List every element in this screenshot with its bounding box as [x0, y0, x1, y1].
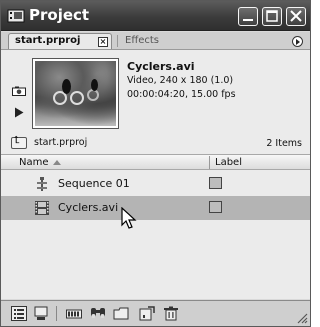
clip-thumbnail	[32, 58, 119, 129]
clip-duration: 00:00:04:20, 15.00 fps	[127, 89, 236, 100]
sort-ascending-icon	[53, 160, 61, 165]
minimize-button[interactable]	[238, 7, 258, 26]
maximize-icon	[266, 10, 278, 22]
tab-effects[interactable]: Effects	[125, 35, 159, 46]
bin-name: start.prproj	[34, 137, 88, 148]
minimize-icon	[243, 19, 253, 21]
list-item-clip[interactable]: Cyclers.avi	[1, 196, 310, 220]
tab-project-label: start.prproj	[15, 35, 81, 46]
delete-icon[interactable]	[163, 306, 179, 321]
thumbnail-image	[35, 61, 116, 126]
bin-path-row: start.prproj 2 Items	[1, 134, 310, 152]
list-item-name: Cyclers.avi	[58, 201, 119, 214]
new-item-icon[interactable]	[139, 306, 155, 321]
close-icon	[290, 10, 302, 22]
tab-close-icon[interactable]: ×	[98, 37, 108, 47]
new-bin-icon[interactable]	[113, 306, 129, 321]
list-item-name: Sequence 01	[58, 177, 130, 190]
window-title: Project	[29, 6, 90, 24]
panel-menu-icon[interactable]	[292, 36, 303, 47]
resize-grip-icon[interactable]	[296, 312, 308, 324]
project-app-icon	[7, 9, 25, 23]
project-panel: Cyclers.avi Video, 240 x 180 (1.0) 00:00…	[1, 49, 310, 299]
list-item-sequence[interactable]: Sequence 01	[1, 172, 310, 196]
toolbar-separator	[56, 306, 57, 321]
title-bar[interactable]: Project	[1, 1, 310, 31]
item-count: 2 Items	[266, 138, 302, 149]
clip-info: Video, 240 x 180 (1.0)	[127, 75, 234, 86]
project-window: Project start.prproj × Effects Cyclers.a…	[0, 0, 311, 327]
maximize-button[interactable]	[262, 7, 282, 26]
bottom-toolbar	[1, 300, 310, 326]
sequence-icon	[37, 177, 47, 191]
preview-area: Cyclers.avi Video, 240 x 180 (1.0) 00:00…	[1, 50, 310, 134]
parent-bin-icon[interactable]	[11, 135, 27, 149]
list-header: Name Label	[1, 154, 310, 170]
tab-bar: start.prproj × Effects	[1, 32, 310, 50]
close-button[interactable]	[286, 7, 306, 26]
film-icon	[35, 201, 49, 215]
set-poster-frame-icon[interactable]	[12, 86, 26, 96]
clip-name: Cyclers.avi	[127, 60, 195, 73]
label-color-swatch[interactable]	[209, 201, 222, 213]
list-view-icon[interactable]	[11, 306, 27, 321]
label-color-swatch[interactable]	[209, 177, 222, 189]
automate-to-sequence-icon[interactable]	[66, 306, 82, 321]
play-icon[interactable]	[14, 107, 24, 118]
column-divider[interactable]	[209, 156, 210, 169]
mouse-pointer-icon	[121, 207, 137, 229]
find-icon[interactable]	[90, 306, 106, 321]
tab-separator	[117, 35, 118, 47]
tab-project[interactable]: start.prproj ×	[8, 33, 112, 50]
icon-view-icon[interactable]	[33, 306, 49, 321]
column-header-name[interactable]: Name	[19, 157, 49, 168]
column-header-label[interactable]: Label	[215, 157, 242, 168]
